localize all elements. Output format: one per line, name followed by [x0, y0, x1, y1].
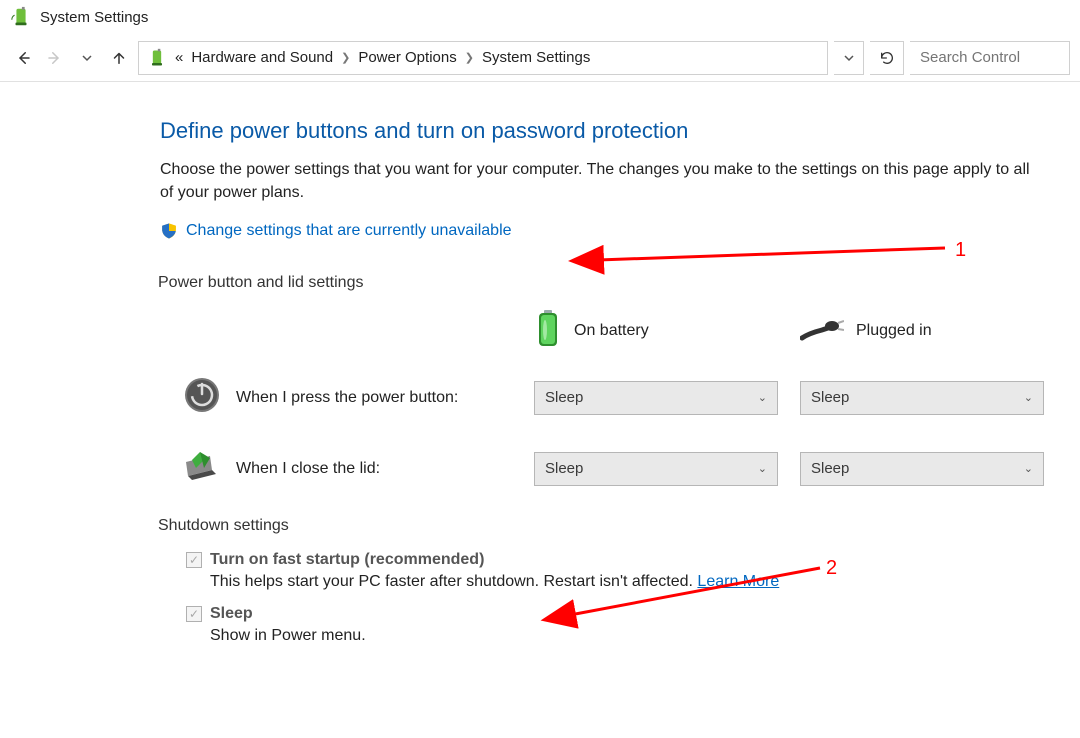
- dropdown-value: Sleep: [811, 389, 849, 406]
- page-title: Define power buttons and turn on passwor…: [160, 118, 1080, 144]
- option-desc: Show in Power menu.: [210, 627, 980, 645]
- dropdown-value: Sleep: [545, 389, 583, 406]
- column-plugged-in: Plugged in: [800, 314, 1066, 347]
- setting-label: When I press the power button:: [236, 389, 458, 407]
- checkbox-sleep[interactable]: ✓: [186, 606, 202, 622]
- recent-locations-button[interactable]: [74, 44, 100, 72]
- window-title: System Settings: [40, 9, 148, 26]
- breadcrumb-item[interactable]: Power Options: [358, 49, 456, 66]
- breadcrumb-overflow[interactable]: «: [175, 49, 183, 66]
- setting-row-power-button: When I press the power button: Sleep ⌄ S…: [160, 375, 1080, 420]
- column-headers: On battery Plugged in: [160, 308, 1080, 353]
- chevron-right-icon: ❯: [341, 51, 350, 64]
- power-button-battery-dropdown[interactable]: Sleep ⌄: [534, 381, 778, 415]
- option-title: Sleep: [210, 605, 253, 623]
- page-description: Choose the power settings that you want …: [160, 158, 1040, 204]
- up-button[interactable]: [106, 44, 132, 72]
- column-label: On battery: [574, 322, 649, 340]
- setting-label: When I close the lid:: [236, 460, 380, 478]
- option-fast-startup: ✓ Turn on fast startup (recommended) Thi…: [160, 551, 980, 591]
- chevron-right-icon: ❯: [465, 51, 474, 64]
- laptop-lid-icon: [182, 446, 222, 491]
- battery-icon: [534, 308, 562, 353]
- checkbox-fast-startup[interactable]: ✓: [186, 552, 202, 568]
- forward-button[interactable]: [42, 44, 68, 72]
- change-unavailable-settings-link[interactable]: Change settings that are currently unava…: [186, 222, 512, 240]
- breadcrumb-item[interactable]: System Settings: [482, 49, 590, 66]
- setting-row-close-lid: When I close the lid: Sleep ⌄ Sleep ⌄: [160, 446, 1080, 491]
- close-lid-battery-dropdown[interactable]: Sleep ⌄: [534, 452, 778, 486]
- option-sleep: ✓ Sleep Show in Power menu.: [160, 605, 980, 645]
- chevron-down-icon: ⌄: [1024, 391, 1033, 404]
- power-button-plugged-dropdown[interactable]: Sleep ⌄: [800, 381, 1044, 415]
- search-input[interactable]: [918, 48, 1061, 67]
- search-box[interactable]: [910, 41, 1070, 75]
- window-titlebar: System Settings: [0, 0, 1080, 34]
- address-bar[interactable]: « Hardware and Sound ❯ Power Options ❯ S…: [138, 41, 828, 75]
- close-lid-plugged-dropdown[interactable]: Sleep ⌄: [800, 452, 1044, 486]
- chevron-down-icon: ⌄: [758, 462, 767, 475]
- dropdown-value: Sleep: [545, 460, 583, 477]
- power-button-icon: [182, 375, 222, 420]
- section-header-shutdown: Shutdown settings: [158, 517, 1080, 535]
- back-button[interactable]: [10, 44, 36, 72]
- content-area: Define power buttons and turn on passwor…: [0, 82, 1080, 645]
- column-label: Plugged in: [856, 322, 932, 340]
- learn-more-link[interactable]: Learn More: [697, 573, 779, 590]
- refresh-button[interactable]: [870, 41, 904, 75]
- uac-shield-icon: [160, 222, 178, 240]
- section-header-power-lid: Power button and lid settings: [158, 274, 1080, 292]
- admin-link-row: Change settings that are currently unava…: [160, 222, 1080, 240]
- nav-toolbar: « Hardware and Sound ❯ Power Options ❯ S…: [0, 34, 1080, 82]
- column-on-battery: On battery: [534, 308, 800, 353]
- address-history-button[interactable]: [834, 41, 864, 75]
- dropdown-value: Sleep: [811, 460, 849, 477]
- chevron-down-icon: ⌄: [758, 391, 767, 404]
- power-options-icon: [147, 48, 167, 68]
- option-title: Turn on fast startup (recommended): [210, 551, 484, 569]
- plug-icon: [800, 314, 844, 347]
- power-options-icon: [10, 6, 32, 28]
- chevron-down-icon: ⌄: [1024, 462, 1033, 475]
- breadcrumb-item[interactable]: Hardware and Sound: [191, 49, 333, 66]
- option-desc: This helps start your PC faster after sh…: [210, 573, 980, 591]
